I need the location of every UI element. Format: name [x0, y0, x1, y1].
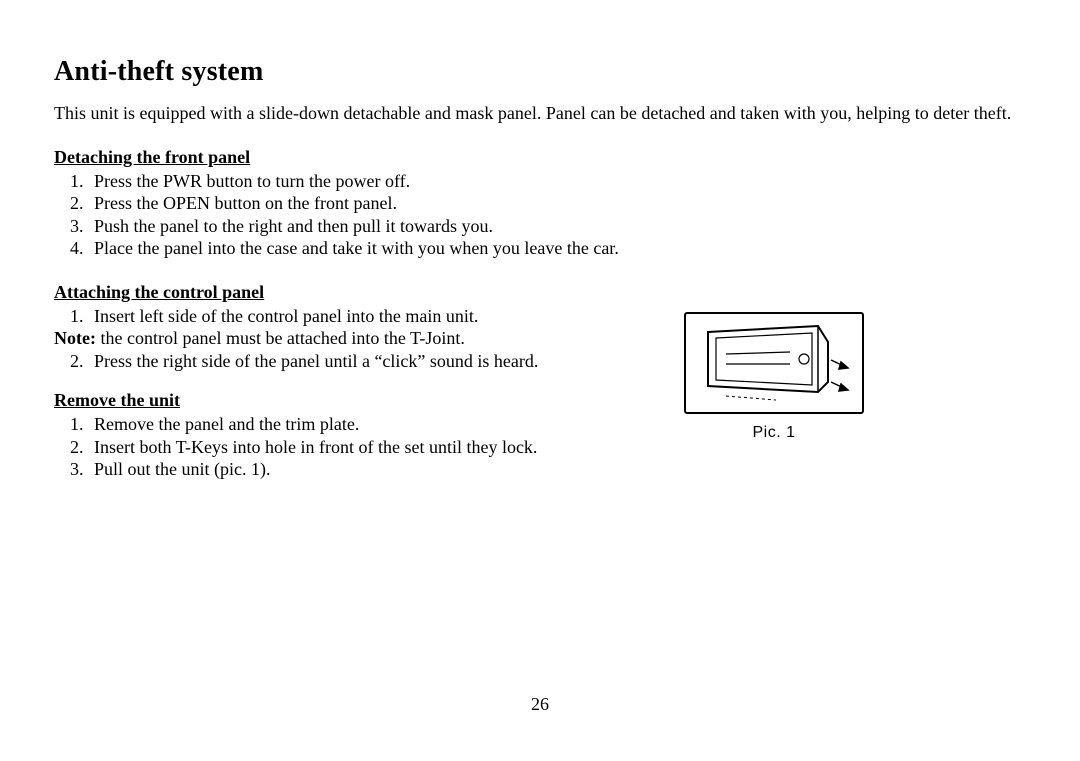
list-item: Insert both T-Keys into hole in front of…	[88, 436, 664, 459]
note-line: Note: the control panel must be attached…	[54, 327, 664, 350]
steps-attach-bottom: Press the right side of the panel until …	[54, 350, 664, 373]
section-detach: Detaching the front panel Press the PWR …	[54, 147, 1030, 260]
figure-column: Pic. 1	[684, 312, 864, 442]
two-column-region: Attaching the control panel Insert left …	[54, 278, 1030, 499]
car-stereo-illustration-icon	[686, 314, 862, 412]
list-item: Remove the panel and the trim plate.	[88, 413, 664, 436]
note-label: Note:	[54, 328, 96, 348]
section-remove: Remove the unit Remove the panel and the…	[54, 390, 664, 481]
steps-detach: Press the PWR button to turn the power o…	[54, 170, 1030, 260]
steps-attach-top: Insert left side of the control panel in…	[54, 305, 664, 328]
note-text: the control panel must be attached into …	[96, 328, 465, 348]
list-item: Press the right side of the panel until …	[88, 350, 664, 373]
figure-pic-1	[684, 312, 864, 414]
list-item: Press the OPEN button on the front panel…	[88, 192, 1030, 215]
left-column: Attaching the control panel Insert left …	[54, 278, 664, 499]
heading-attach: Attaching the control panel	[54, 282, 664, 303]
list-item: Pull out the unit (pic. 1).	[88, 458, 664, 481]
heading-remove: Remove the unit	[54, 390, 664, 411]
list-item: Place the panel into the case and take i…	[88, 237, 1030, 260]
list-item: Push the panel to the right and then pul…	[88, 215, 1030, 238]
list-item: Insert left side of the control panel in…	[88, 305, 664, 328]
figure-caption: Pic. 1	[684, 424, 864, 442]
list-item: Press the PWR button to turn the power o…	[88, 170, 1030, 193]
intro-paragraph: This unit is equipped with a slide-down …	[54, 102, 1030, 125]
section-attach: Attaching the control panel Insert left …	[54, 282, 664, 373]
page-number: 26	[0, 694, 1080, 715]
steps-remove: Remove the panel and the trim plate. Ins…	[54, 413, 664, 481]
heading-detach: Detaching the front panel	[54, 147, 1030, 168]
page-title: Anti-theft system	[54, 56, 1030, 88]
document-page: Anti-theft system This unit is equipped …	[0, 0, 1080, 761]
